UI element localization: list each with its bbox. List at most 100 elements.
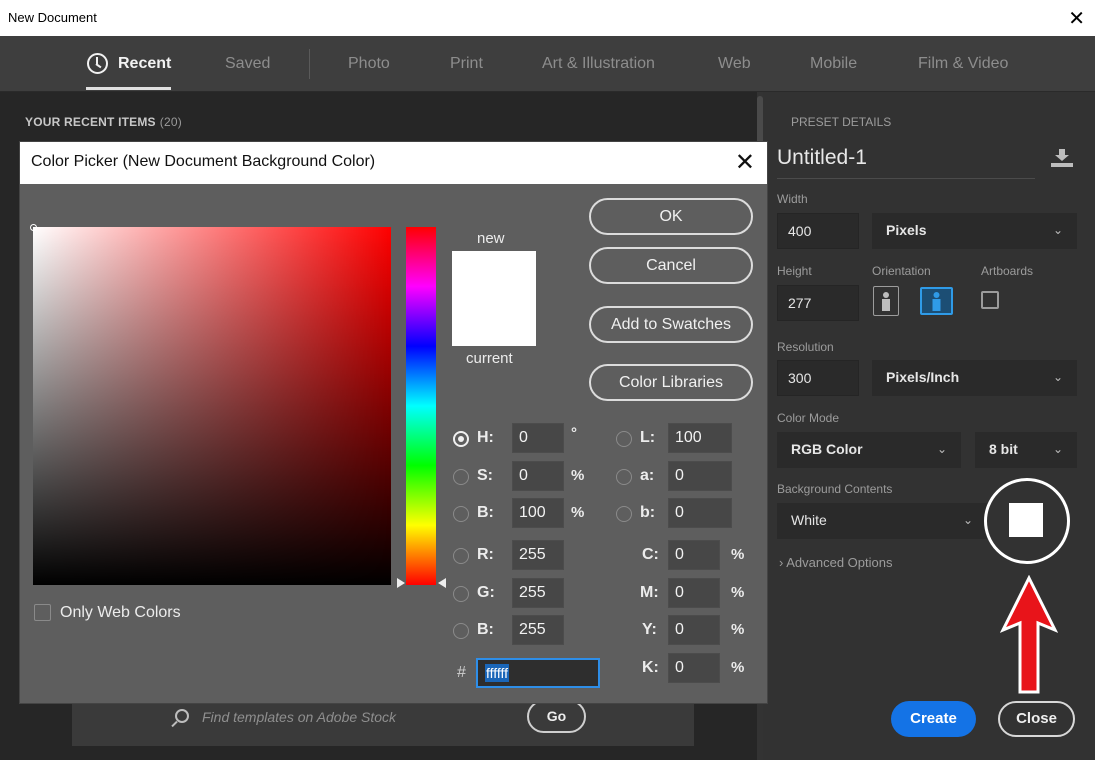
height-input[interactable]: 277 xyxy=(777,285,859,321)
window-titlebar: New Document ✕ xyxy=(0,0,1095,36)
hue-slider-handle-left[interactable] xyxy=(397,578,405,588)
window-close-icon[interactable]: ✕ xyxy=(1068,6,1085,31)
background-color-swatch[interactable] xyxy=(1009,503,1043,537)
hue-slider[interactable] xyxy=(406,227,436,585)
color-mode-label: Color Mode xyxy=(777,411,840,425)
resolution-unit-select[interactable]: Pixels/Inch ⌄ xyxy=(872,360,1077,396)
saturation-input[interactable]: 0 xyxy=(512,461,564,491)
ok-button[interactable]: OK xyxy=(589,198,753,235)
stock-search-bar: Go xyxy=(72,700,694,746)
hex-color-input[interactable]: ffffff xyxy=(476,658,600,688)
blue-input[interactable]: 255 xyxy=(512,615,564,645)
yellow-label: Y: xyxy=(642,621,657,638)
tab-saved[interactable]: Saved xyxy=(225,55,270,73)
brightness-unit: % xyxy=(571,504,585,521)
create-button[interactable]: Create xyxy=(891,701,976,737)
tab-photo[interactable]: Photo xyxy=(348,55,390,73)
lab-a-radio[interactable] xyxy=(616,469,632,485)
tab-divider xyxy=(309,49,310,79)
hue-slider-handle-right[interactable] xyxy=(438,578,446,588)
lab-b-input[interactable]: 0 xyxy=(668,498,732,528)
tab-web[interactable]: Web xyxy=(718,55,751,73)
lab-b-radio[interactable] xyxy=(616,506,632,522)
hex-value: ffffff xyxy=(485,664,510,682)
saturation-label: S: xyxy=(477,467,493,484)
color-picker-titlebar: Color Picker (New Document Background Co… xyxy=(20,142,767,184)
current-color-label: current xyxy=(466,350,513,367)
tab-art-illustration[interactable]: Art & Illustration xyxy=(542,55,655,73)
tab-recent[interactable]: Recent xyxy=(85,55,172,90)
save-preset-icon[interactable] xyxy=(1050,148,1074,168)
preset-details-heading: PRESET DETAILS xyxy=(791,115,892,129)
width-unit-select[interactable]: Pixels ⌄ xyxy=(872,213,1077,249)
saturation-brightness-field[interactable] xyxy=(33,227,391,585)
saturation-radio[interactable] xyxy=(453,469,469,485)
landscape-orientation-icon[interactable] xyxy=(920,287,953,315)
green-radio[interactable] xyxy=(453,586,469,602)
lab-b-label: b: xyxy=(640,504,656,521)
red-radio[interactable] xyxy=(453,548,469,564)
recent-items-heading: YOUR RECENT ITEMS (20) xyxy=(25,115,182,129)
lab-l-label: L: xyxy=(640,429,656,446)
resolution-input[interactable]: 300 xyxy=(777,360,859,396)
magenta-unit: % xyxy=(731,584,745,601)
lab-l-input[interactable]: 100 xyxy=(668,423,732,453)
orientation-label: Orientation xyxy=(872,264,931,278)
color-libraries-button[interactable]: Color Libraries xyxy=(589,364,753,401)
advanced-options-toggle[interactable]: › Advanced Options xyxy=(779,555,892,570)
hue-input[interactable]: 0 xyxy=(512,423,564,453)
lab-l-radio[interactable] xyxy=(616,431,632,447)
width-input[interactable]: 400 xyxy=(777,213,859,249)
close-button[interactable]: Close xyxy=(998,701,1075,737)
height-label: Height xyxy=(777,264,812,278)
search-icon xyxy=(175,709,189,723)
bit-depth-select[interactable]: 8 bit ⌄ xyxy=(975,432,1077,468)
cyan-label: C: xyxy=(642,546,659,563)
tab-mobile[interactable]: Mobile xyxy=(810,55,857,73)
color-picker-close-icon[interactable]: ✕ xyxy=(735,148,755,177)
yellow-unit: % xyxy=(731,621,745,638)
cyan-input[interactable]: 0 xyxy=(668,540,720,570)
color-picker-title: Color Picker (New Document Background Co… xyxy=(31,153,376,170)
blue-label: B: xyxy=(477,621,494,638)
red-label: R: xyxy=(477,546,494,563)
brightness-label: B: xyxy=(477,504,494,521)
magenta-label: M: xyxy=(640,584,659,601)
width-unit-value: Pixels xyxy=(886,222,927,238)
tab-print[interactable]: Print xyxy=(450,55,483,73)
recent-items-title: YOUR RECENT ITEMS xyxy=(25,115,156,129)
hue-unit: ° xyxy=(571,425,577,442)
resolution-label: Resolution xyxy=(777,340,834,354)
cancel-button[interactable]: Cancel xyxy=(589,247,753,284)
current-color-swatch[interactable] xyxy=(452,299,536,346)
green-input[interactable]: 255 xyxy=(512,578,564,608)
artboards-checkbox[interactable] xyxy=(981,291,999,309)
only-web-colors-checkbox[interactable] xyxy=(34,604,51,621)
window-title: New Document xyxy=(8,10,97,25)
add-to-swatches-button[interactable]: Add to Swatches xyxy=(589,306,753,343)
lab-a-input[interactable]: 0 xyxy=(668,461,732,491)
magenta-input[interactable]: 0 xyxy=(668,578,720,608)
color-field-marker[interactable] xyxy=(30,224,37,231)
name-underline xyxy=(777,178,1035,179)
go-button[interactable]: Go xyxy=(527,700,586,733)
blue-radio[interactable] xyxy=(453,623,469,639)
stock-search-input[interactable] xyxy=(202,706,502,728)
black-label: K: xyxy=(642,659,659,676)
document-name-field[interactable]: Untitled-1 xyxy=(777,146,867,170)
red-input[interactable]: 255 xyxy=(512,540,564,570)
tab-film-video[interactable]: Film & Video xyxy=(918,55,1008,73)
lab-a-label: a: xyxy=(640,467,655,484)
yellow-input[interactable]: 0 xyxy=(668,615,720,645)
background-contents-select[interactable]: White ⌄ xyxy=(777,503,987,539)
cyan-unit: % xyxy=(731,546,745,563)
black-input[interactable]: 0 xyxy=(668,653,720,683)
chevron-down-icon: ⌄ xyxy=(1052,370,1063,384)
color-mode-select[interactable]: RGB Color ⌄ xyxy=(777,432,961,468)
color-picker-dialog: Color Picker (New Document Background Co… xyxy=(19,141,768,704)
brightness-input[interactable]: 100 xyxy=(512,498,564,528)
brightness-radio[interactable] xyxy=(453,506,469,522)
hue-radio[interactable] xyxy=(453,431,469,447)
green-label: G: xyxy=(477,584,495,601)
portrait-orientation-icon[interactable] xyxy=(873,286,899,316)
